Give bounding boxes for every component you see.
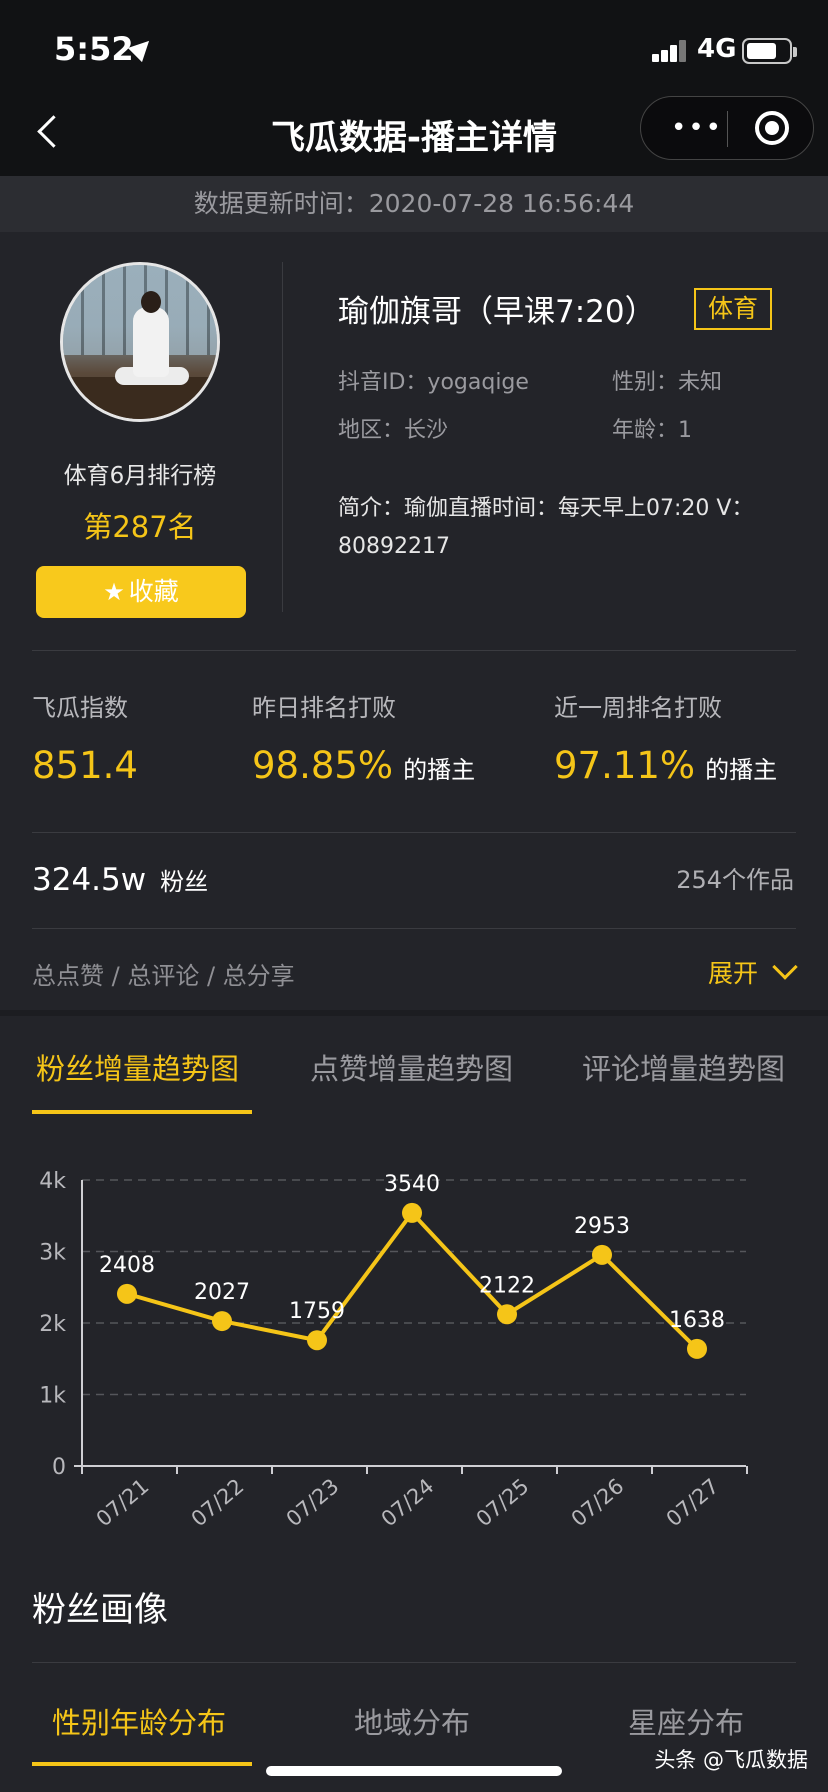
more-icon[interactable]: ••• [671,115,723,141]
data-label: 3540 [384,1172,440,1197]
watermark: 头条 @飞瓜数据 [654,1748,808,1772]
portrait-tab-indicator [32,1762,252,1766]
category-badge: 体育 [694,288,773,330]
y-tick-label: 1k [39,1384,66,1409]
rank-value: 第287名 [83,510,197,544]
tab-fans-trend[interactable]: 粉丝增量趋势图 [36,1046,239,1088]
avatar [60,262,220,422]
fans-trend-chart: 0 1k 2k 3k 4k 07/21 07/22 07/23 07/24 07/25 07/26 0… [39,1169,748,1531]
active-tab-indicator [32,1110,252,1114]
status-time: 5:52 [54,30,134,68]
x-tick-label: 07/21 [92,1474,154,1531]
x-tick-label: 07/24 [377,1474,439,1531]
streamer-name: 瑜伽旗哥（早课7:20） [338,294,656,330]
fans-count: 324.5w 粉丝 [32,862,209,898]
age: 年龄：1 [612,418,692,443]
data-label: 2953 [574,1214,630,1239]
data-point [402,1202,422,1223]
data-point [307,1330,327,1351]
x-tick-label: 07/23 [282,1474,344,1531]
nav-bar: 飞瓜数据-播主详情 ••• [0,88,828,176]
close-miniprogram-icon[interactable] [755,111,789,145]
data-label: 2122 [479,1273,535,1298]
x-tick-label: 07/26 [567,1474,629,1531]
x-tick-label: 07/27 [662,1474,724,1531]
y-tick-label: 4k [39,1169,66,1194]
status-bar: 5:52 4G [0,0,828,88]
feigua-index-value: 851.4 [32,744,138,787]
tab-gender-age[interactable]: 性别年龄分布 [52,1700,226,1742]
x-tick-label: 07/22 [187,1474,249,1531]
fan-portrait-title: 粉丝画像 [32,1590,168,1630]
data-label: 2408 [99,1253,155,1278]
tab-zodiac[interactable]: 星座分布 [628,1700,744,1742]
signal-icon [652,40,688,62]
y-tick-label: 3k [39,1241,66,1266]
profile-section: 体育6月排行榜 第287名 ★ 收藏 瑜伽旗哥（早课7:20） 体育 抖音ID：y… [0,232,828,652]
week-rank-label: 近一周排名打败 [554,694,722,722]
y-tick-label: 2k [39,1312,66,1337]
home-indicator [266,1766,562,1776]
yesterday-rank-label: 昨日排名打败 [252,694,396,722]
trend-tabs: 粉丝增量趋势图 点赞增量趋势图 评论增量趋势图 [0,1046,828,1116]
expand-button[interactable]: 展开 [708,954,798,990]
tab-likes-trend[interactable]: 点赞增量趋势图 [310,1046,513,1088]
data-point [212,1311,232,1332]
yesterday-rank-value: 98.85% 的播主 [252,744,476,787]
miniprogram-capsule: ••• [640,96,814,160]
data-label: 2027 [194,1280,250,1305]
douyin-id: 抖音ID：yogaqige [338,370,529,395]
chevron-down-icon [772,954,798,980]
rank-label: 体育6月排行榜 [63,463,217,489]
star-icon: ★ [103,578,125,606]
x-tick-label: 07/25 [472,1474,534,1531]
feigua-index-label: 飞瓜指数 [32,694,128,722]
totals-label: 总点赞 / 总评论 / 总分享 [32,962,295,990]
network-type: 4G [697,34,737,64]
data-label: 1638 [669,1308,725,1333]
y-tick-label: 0 [52,1455,66,1480]
works-count: 254个作品 [676,866,794,894]
gender: 性别：未知 [612,370,723,395]
data-point [592,1244,612,1265]
data-label: 1759 [289,1299,345,1324]
battery-icon [742,38,797,64]
data-point [497,1304,517,1325]
week-rank-value: 97.11% 的播主 [554,744,778,787]
data-point [117,1283,137,1304]
update-time: 数据更新时间：2020-07-28 16:56:44 [0,176,828,232]
favorite-button[interactable]: ★ 收藏 [36,566,246,618]
tab-region[interactable]: 地域分布 [354,1700,470,1742]
favorite-label: 收藏 [128,577,179,606]
data-point [687,1338,707,1359]
tab-comments-trend[interactable]: 评论增量趋势图 [582,1046,785,1088]
region: 地区：长沙 [338,418,449,443]
bio: 简介：瑜伽直播时间：每天早上07:20 V：80892217 [338,496,754,559]
